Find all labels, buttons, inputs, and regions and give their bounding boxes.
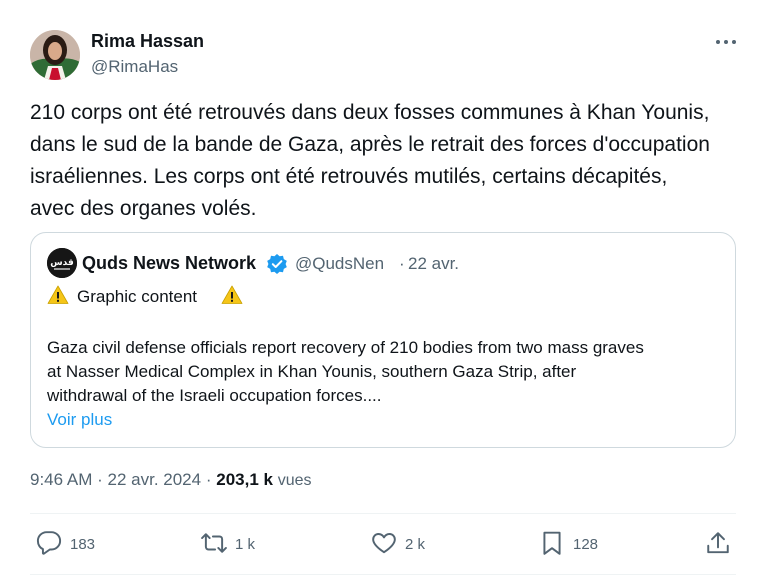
bookmark-icon <box>543 531 561 555</box>
share-icon <box>707 532 729 554</box>
verified-badge-icon <box>266 253 288 275</box>
tweet: Rima Hassan @RimaHas 210 corps ont été r… <box>0 0 759 578</box>
quote-author-handle[interactable]: @QudsNen <box>295 254 384 274</box>
meta-separator: · <box>205 470 212 489</box>
quote-date[interactable]: 22 avr. <box>408 254 459 274</box>
author-name[interactable]: Rima Hassan <box>91 31 204 52</box>
divider <box>30 513 736 514</box>
warning-icon <box>221 285 243 304</box>
warning-icon <box>47 285 69 304</box>
quote-separator: · <box>399 254 405 273</box>
views-label: vues <box>277 472 312 489</box>
tweet-date[interactable]: 22 avr. 2024 <box>108 470 202 489</box>
quote-text: Gaza civil defense officials report reco… <box>47 338 644 405</box>
like-count: 2 k <box>405 536 426 553</box>
author-handle[interactable]: @RimaHas <box>91 57 178 77</box>
bookmark-count: 128 <box>573 536 599 553</box>
tweet-metadata: 9:46 AM · 22 avr. 2024 · 203,1 k vues <box>30 470 312 490</box>
more-horizontal-icon <box>716 40 736 44</box>
quote-author-name[interactable]: Quds News Network <box>82 253 256 274</box>
divider <box>30 574 736 575</box>
avatar[interactable] <box>30 30 80 80</box>
reply-count: 183 <box>70 536 96 553</box>
heart-icon <box>372 533 396 554</box>
repost-icon <box>201 533 227 553</box>
warning-label: Graphic content <box>77 287 198 306</box>
tweet-time[interactable]: 9:46 AM <box>30 470 92 489</box>
svg-text:قدس: قدس <box>50 258 74 268</box>
views-count: 203,1 k <box>216 470 273 489</box>
more-options-button[interactable] <box>708 32 740 52</box>
tweet-text: 210 corps ont été retrouvés dans deux fo… <box>30 101 710 220</box>
quote-avatar[interactable]: قدس <box>47 248 77 278</box>
reply-icon <box>36 531 62 555</box>
repost-count: 1 k <box>235 536 256 553</box>
quoted-tweet-card[interactable]: قدس Quds News Network @QudsNen · 22 avr.… <box>30 232 736 448</box>
show-more-link[interactable]: Voir plus <box>47 410 112 430</box>
meta-separator: · <box>97 470 103 489</box>
